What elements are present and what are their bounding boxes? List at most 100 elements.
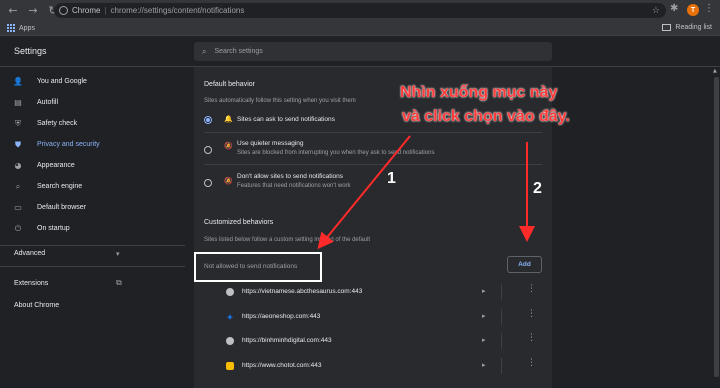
chevron-right-icon[interactable]: ▸ bbox=[482, 287, 486, 295]
option-dont-allow[interactable]: 🔕 Don't allow sites to send notification… bbox=[194, 171, 552, 193]
shield-check-icon: ⛨ bbox=[15, 118, 21, 128]
highlight-box bbox=[194, 252, 322, 282]
site-url: https://binhminhdigital.com:443 bbox=[242, 337, 332, 344]
customized-title: Customized behaviors bbox=[204, 219, 274, 226]
reading-list-icon bbox=[662, 24, 672, 31]
sidebar-item-you-and-google[interactable]: 👤 You and Google bbox=[0, 71, 185, 92]
chrome-menu-icon[interactable]: ⋮ bbox=[704, 3, 714, 14]
option-label: Don't allow sites to send notifications bbox=[237, 173, 344, 180]
divider bbox=[204, 132, 542, 133]
option-label: Use quieter messaging bbox=[237, 140, 304, 147]
sidebar-item-label: Search engine bbox=[37, 183, 83, 190]
sidebar-extensions[interactable]: Extensions bbox=[14, 280, 48, 287]
avatar[interactable]: T bbox=[687, 4, 699, 16]
bell-icon: 🔔 bbox=[224, 115, 233, 123]
search-icon: ⌕ bbox=[202, 46, 207, 56]
site-row[interactable]: https://www.chotot.com:443 ▸ ⋮ bbox=[194, 354, 552, 378]
annotation-number-1: 1 bbox=[387, 170, 396, 187]
customized-subtitle: Sites listed below follow a custom setti… bbox=[204, 237, 371, 243]
apps-grid-icon bbox=[7, 24, 15, 32]
chevron-down-icon[interactable]: ▾ bbox=[116, 250, 120, 258]
sidebar-item-label: Safety check bbox=[37, 120, 78, 127]
browser-icon: ▭ bbox=[14, 203, 22, 212]
site-info-icon[interactable] bbox=[59, 6, 68, 15]
divider bbox=[501, 284, 502, 300]
extensions-icon[interactable]: ✱ bbox=[670, 3, 678, 14]
add-button[interactable]: Add bbox=[507, 256, 542, 273]
site-url: https://www.chotot.com:443 bbox=[242, 362, 322, 369]
sidebar-item-label: On startup bbox=[37, 225, 70, 232]
sidebar-item-on-startup[interactable]: ⏻ On startup bbox=[0, 218, 185, 239]
scroll-thumb[interactable] bbox=[714, 77, 719, 377]
chevron-right-icon[interactable]: ▸ bbox=[482, 312, 486, 320]
browser-toolbar: ← → ↻ Chrome | chrome://settings/content… bbox=[0, 0, 720, 21]
sidebar-item-autofill[interactable]: ▤ Autofill bbox=[0, 92, 185, 113]
more-icon[interactable]: ⋮ bbox=[527, 334, 536, 343]
sidebar-about[interactable]: About Chrome bbox=[14, 302, 59, 309]
sidebar-item-safety-check[interactable]: ⛨ Safety check bbox=[0, 113, 185, 134]
chevron-right-icon[interactable]: ▸ bbox=[482, 336, 486, 344]
bookmark-star-icon[interactable]: ☆ bbox=[652, 6, 660, 16]
sidebar-divider bbox=[0, 266, 185, 267]
sidebar-item-search-engine[interactable]: ⌕ Search engine bbox=[0, 176, 185, 197]
default-behavior-title: Default behavior bbox=[204, 81, 255, 88]
sidebar-item-appearance[interactable]: ◕ Appearance bbox=[0, 155, 185, 176]
back-icon[interactable]: ← bbox=[6, 4, 20, 18]
default-behavior-subtitle: Sites automatically follow this setting … bbox=[204, 98, 356, 104]
divider bbox=[501, 358, 502, 374]
apps-shortcut[interactable]: Apps bbox=[7, 24, 35, 32]
sidebar-item-label: Autofill bbox=[37, 99, 59, 106]
scroll-up-icon[interactable]: ▲ bbox=[713, 68, 717, 74]
site-row[interactable]: https://vietnamese.abcthesaurus.com:443 … bbox=[194, 280, 552, 304]
address-bar[interactable]: Chrome | chrome://settings/content/notif… bbox=[54, 3, 666, 18]
radio-button[interactable] bbox=[204, 146, 212, 154]
reading-list[interactable]: Reading list bbox=[662, 24, 712, 31]
search-placeholder: Search settings bbox=[214, 48, 263, 55]
site-favicon-icon: ✦ bbox=[226, 312, 234, 322]
more-icon[interactable]: ⋮ bbox=[527, 359, 536, 368]
radio-button[interactable] bbox=[204, 179, 212, 187]
globe-icon bbox=[226, 288, 234, 296]
sidebar-divider bbox=[0, 245, 185, 246]
sidebar-item-label: Default browser bbox=[37, 204, 87, 211]
site-row[interactable]: https://binhminhdigital.com:443 ▸ ⋮ bbox=[194, 329, 552, 353]
option-label: Sites can ask to send notifications bbox=[237, 116, 335, 123]
site-url: https://aeoneshop.com:443 bbox=[242, 313, 321, 320]
sidebar-item-label: Appearance bbox=[37, 162, 75, 169]
option-quieter-messaging[interactable]: 🔕 Use quieter messaging Sites are blocke… bbox=[194, 137, 552, 159]
url-separator: | bbox=[104, 6, 107, 15]
bookmarks-bar: Apps Reading list bbox=[0, 21, 720, 36]
more-icon[interactable]: ⋮ bbox=[527, 310, 536, 319]
annotation-line-2: và click chọn vào đây. bbox=[402, 108, 570, 125]
search-icon: ⌕ bbox=[15, 181, 21, 191]
more-icon[interactable]: ⋮ bbox=[527, 285, 536, 294]
reading-list-label: Reading list bbox=[675, 24, 712, 31]
clipboard-icon: ▤ bbox=[14, 98, 22, 107]
apps-label: Apps bbox=[19, 24, 35, 32]
forward-icon[interactable]: → bbox=[26, 4, 40, 18]
divider bbox=[501, 309, 502, 325]
option-desc: Features that need notifications won't w… bbox=[237, 183, 351, 189]
external-link-icon[interactable]: ⧉ bbox=[116, 278, 122, 288]
shield-icon: ⛊ bbox=[15, 139, 21, 149]
annotation-number-2: 2 bbox=[533, 180, 542, 197]
site-favicon-icon bbox=[226, 362, 234, 370]
sidebar-advanced[interactable]: Advanced bbox=[14, 250, 45, 257]
sidebar-item-default-browser[interactable]: ▭ Default browser bbox=[0, 197, 185, 218]
power-icon: ⏻ bbox=[14, 223, 22, 233]
sidebar-item-label: You and Google bbox=[37, 78, 87, 85]
bell-off-icon: 🔕 bbox=[224, 177, 233, 185]
chevron-right-icon[interactable]: ▸ bbox=[482, 361, 486, 369]
scrollbar[interactable]: ▲ bbox=[713, 67, 720, 388]
palette-icon: ◕ bbox=[14, 161, 22, 170]
sidebar-item-label: Privacy and security bbox=[37, 141, 100, 148]
globe-icon bbox=[226, 337, 234, 345]
sidebar-item-privacy[interactable]: ⛊ Privacy and security bbox=[0, 134, 185, 155]
page-title: Settings bbox=[14, 46, 47, 56]
radio-button[interactable] bbox=[204, 116, 212, 124]
person-icon: 👤 bbox=[13, 77, 23, 86]
site-label: Chrome bbox=[72, 6, 101, 15]
url-text: chrome://settings/content/notifications bbox=[110, 6, 245, 15]
site-row[interactable]: ✦ https://aeoneshop.com:443 ▸ ⋮ bbox=[194, 305, 552, 329]
search-input[interactable]: ⌕ Search settings bbox=[194, 42, 552, 61]
